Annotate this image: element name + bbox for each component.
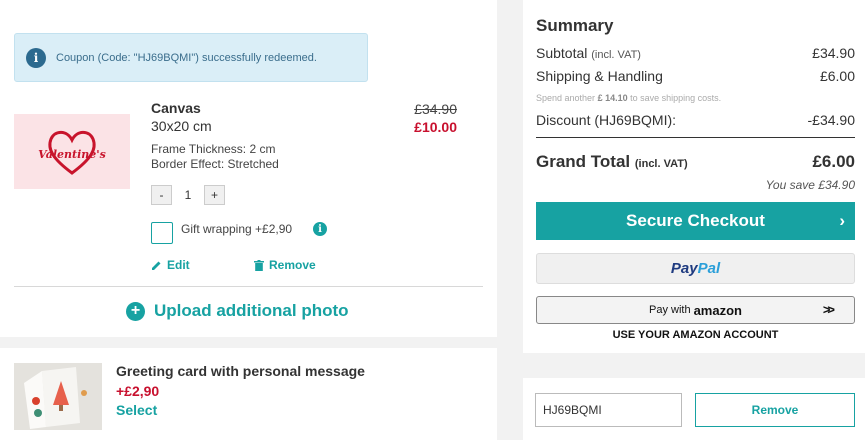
pencil-icon	[152, 261, 161, 270]
grand-total-row: Grand Total (incl. VAT) £6.00	[536, 152, 855, 172]
quantity-decrease-button[interactable]: -	[151, 185, 172, 205]
summary-divider	[536, 137, 855, 138]
edit-label: Edit	[167, 258, 190, 272]
greeting-card-thumbnail[interactable]	[14, 363, 102, 430]
quantity-increase-button[interactable]: +	[204, 185, 225, 205]
product-name: Canvas	[151, 100, 201, 116]
gift-info-icon[interactable]: i	[313, 222, 327, 236]
greeting-card-panel: Greeting card with personal message +£2,…	[0, 348, 497, 440]
upload-additional-photo-button[interactable]: + Upload additional photo	[126, 301, 349, 321]
amazon-pay-button[interactable]: Pay with amazon >>	[536, 296, 855, 324]
original-price: £34.90	[414, 101, 457, 117]
double-chevron-right-icon: >>	[822, 302, 835, 317]
divider	[14, 286, 483, 287]
subtotal-value: £34.90	[812, 45, 855, 61]
subtotal-label: Subtotal	[536, 45, 588, 61]
you-save-text: You save £34.90	[765, 178, 855, 192]
hint-amount: £ 14.10	[597, 93, 628, 103]
shipping-value: £6.00	[819, 68, 855, 84]
grand-total-label: Grand Total	[536, 152, 631, 171]
coupon-success-notice: i Coupon (Code: "HJ69BQMI") successfully…	[14, 33, 368, 82]
free-shipping-hint: Spend another £ 14.10 to save shipping c…	[536, 93, 721, 103]
shipping-label: Shipping & Handling	[536, 68, 663, 84]
quantity-value[interactable]: 1	[172, 185, 204, 205]
remove-coupon-button[interactable]: Remove	[695, 393, 855, 427]
summary-title: Summary	[536, 16, 614, 35]
hint-prefix: Spend another	[536, 93, 596, 103]
notice-message: Coupon (Code: "HJ69BQMI") successfully r…	[56, 51, 317, 64]
subtotal-label-group: Subtotal (incl. VAT)	[536, 45, 641, 61]
chevron-right-icon: ›	[839, 211, 845, 230]
discount-row: Discount (HJ69BQMI): -£34.90	[536, 112, 855, 128]
discount-value: -£34.90	[807, 112, 855, 128]
coupon-panel: Remove	[523, 378, 865, 440]
remove-label: Remove	[269, 258, 316, 272]
grand-total-label-group: Grand Total (incl. VAT)	[536, 152, 688, 172]
checkout-label: Secure Checkout	[626, 211, 765, 230]
hint-suffix: to save shipping costs.	[630, 93, 722, 103]
trash-icon	[254, 259, 264, 271]
greeting-card-price: +£2,90	[116, 383, 160, 399]
grand-total-vat-note: (incl. VAT)	[634, 158, 688, 170]
gift-wrapping-checkbox[interactable]	[151, 222, 173, 244]
cart-item-panel: i Coupon (Code: "HJ69BQMI") successfully…	[0, 0, 497, 337]
order-summary-panel: Summary Subtotal (incl. VAT) £34.90 Ship…	[523, 0, 865, 353]
product-border-effect: Border Effect: Stretched	[151, 157, 279, 171]
paypal-button[interactable]: Pay Pal	[536, 253, 855, 284]
upload-label: Upload additional photo	[154, 301, 349, 320]
product-frame-thickness: Frame Thickness: 2 cm	[151, 142, 276, 156]
info-icon: i	[26, 47, 46, 68]
secure-checkout-button[interactable]: Secure Checkout ›	[536, 202, 855, 240]
shipping-row: Shipping & Handling £6.00	[536, 68, 855, 84]
thumbnail-text: Valentine's	[38, 148, 106, 161]
greeting-card-image	[14, 363, 102, 430]
plus-circle-icon: +	[126, 301, 145, 321]
subtotal-row: Subtotal (incl. VAT) £34.90	[536, 45, 855, 61]
grand-total-value: £6.00	[812, 152, 855, 171]
discount-label: Discount (HJ69BQMI):	[536, 112, 677, 128]
paypal-logo-pal: Pal	[697, 260, 721, 277]
greeting-card-select-link[interactable]: Select	[116, 402, 157, 418]
product-size: 30x20 cm	[151, 118, 212, 134]
gift-wrapping-label: Gift wrapping +£2,90	[181, 222, 293, 236]
amazon-pay-prefix: Pay with	[649, 304, 691, 316]
remove-item-button[interactable]: Remove	[254, 258, 316, 272]
product-thumbnail[interactable]: Valentine's	[14, 114, 130, 189]
discounted-price: £10.00	[414, 119, 457, 135]
coupon-code-input[interactable]	[535, 393, 682, 427]
greeting-card-title: Greeting card with personal message	[116, 363, 365, 379]
subtotal-vat-note: (incl. VAT)	[591, 49, 641, 61]
quantity-stepper: - 1 +	[151, 185, 225, 205]
paypal-logo-pay: Pay	[670, 260, 698, 277]
amazon-logo: amazon	[693, 302, 742, 318]
edit-button[interactable]: Edit	[151, 258, 190, 272]
amazon-account-note: USE YOUR AMAZON ACCOUNT	[612, 329, 779, 341]
